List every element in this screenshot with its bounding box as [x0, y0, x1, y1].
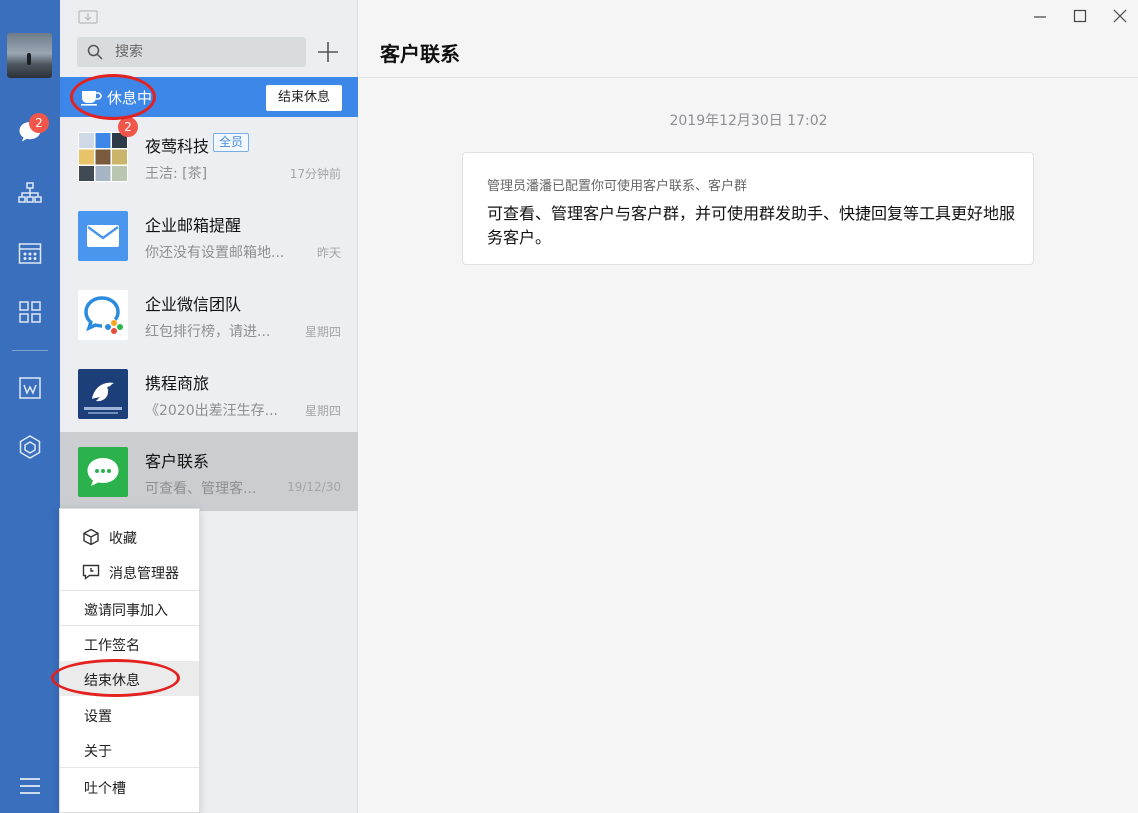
menu-item-favorites[interactable]: 收藏: [60, 519, 199, 554]
mail-avatar: [78, 211, 128, 261]
wecom-team-avatar: [78, 290, 128, 340]
conversation-item[interactable]: 携程商旅 《2020出差汪生存... 星期四: [60, 354, 358, 433]
close-icon[interactable]: [1110, 6, 1130, 26]
rest-status-label: 休息中: [107, 89, 153, 107]
menu-label: 设置: [84, 709, 112, 725]
dolphin-logo-icon: [84, 382, 122, 414]
rail-divider: [12, 350, 48, 351]
conversation-preview: 《2020出差汪生存...: [145, 403, 278, 419]
conversation-name: 携程商旅: [145, 374, 210, 393]
menu-label: 吐个槽: [84, 781, 126, 797]
search-box[interactable]: [77, 37, 306, 67]
user-avatar[interactable]: [7, 33, 52, 78]
wecom-logo-icon: [84, 296, 123, 334]
card-subtitle: 管理员潘潘已配置你可使用客户联系、客户群: [487, 179, 748, 194]
download-icon[interactable]: [78, 9, 98, 25]
group-avatar: [78, 132, 128, 182]
system-message-card: 管理员潘潘已配置你可使用客户联系、客户群 可查看、管理客户与客户群，并可使用群发…: [462, 152, 1034, 265]
header-divider: [359, 77, 1138, 78]
customer-contact-avatar: [78, 447, 128, 497]
conversation-preview: 王洁: [茶]: [145, 166, 208, 182]
hexagon-cube-icon: [19, 435, 41, 459]
nav-apps[interactable]: [15, 432, 45, 462]
conversation-time: 星期四: [304, 325, 341, 339]
menu-label: 关于: [84, 744, 112, 760]
nav-rail: 2: [0, 0, 60, 813]
menu-item-message-manager[interactable]: 消息管理器: [60, 554, 199, 589]
conversation-name: 企业邮箱提醒: [145, 216, 242, 235]
conversation-time: 昨天: [316, 246, 341, 260]
main-menu-popup: 收藏 消息管理器 邀请同事加入 工作签名 结束休息 设置 关于 吐个槽: [59, 508, 200, 813]
add-icon[interactable]: [316, 40, 340, 64]
menu-item-about[interactable]: 关于: [60, 732, 199, 767]
nav-menu[interactable]: [15, 771, 45, 801]
menu-label: 邀请同事加入: [84, 603, 168, 619]
nav-workbench[interactable]: [15, 297, 45, 327]
conversation-item[interactable]: 企业邮箱提醒 你还没有设置邮箱地... 昨天: [60, 196, 358, 275]
menu-label: 结束休息: [84, 673, 140, 689]
cube-icon: [83, 528, 99, 546]
conversation-preview: 可查看、管理客...: [145, 481, 257, 497]
hamburger-icon: [20, 778, 40, 794]
menu-item-signature[interactable]: 工作签名: [60, 626, 199, 661]
coffee-cup-icon: [81, 91, 102, 106]
menu-label: 工作签名: [84, 638, 140, 654]
search-icon: [87, 44, 103, 60]
chat-title: 客户联系: [380, 42, 460, 66]
menu-item-feedback[interactable]: 吐个槽: [60, 769, 199, 804]
org-chart-icon: [18, 182, 42, 203]
conversation-time: 星期四: [304, 404, 341, 418]
maximize-icon[interactable]: [1070, 6, 1090, 26]
menu-item-invite[interactable]: 邀请同事加入: [60, 591, 199, 626]
menu-label: 收藏: [109, 531, 137, 547]
menu-divider: [60, 767, 199, 768]
envelope-icon: [87, 225, 119, 247]
conversation-name: 客户联系: [145, 452, 210, 471]
unread-badge: 2: [118, 117, 138, 137]
unread-badge: 2: [29, 113, 49, 133]
conversation-time: 19/12/30: [287, 480, 341, 494]
end-rest-button[interactable]: 结束休息: [266, 85, 342, 111]
nav-contacts[interactable]: [15, 178, 45, 208]
grid-apps-icon: [19, 301, 41, 323]
conversation-preview: 红包排行榜，请进...: [145, 324, 271, 340]
rest-status-bar: 休息中 结束休息: [60, 77, 358, 117]
conversation-time: 17分钟前: [289, 167, 341, 181]
nav-calendar[interactable]: [15, 238, 45, 268]
menu-item-settings[interactable]: 设置: [60, 697, 199, 732]
chat-bubble-icon: [87, 458, 119, 486]
conversation-item[interactable]: 2 夜莺科技 全员 王洁: [茶] 17分钟前: [60, 117, 358, 196]
search-input[interactable]: [115, 37, 295, 67]
conversation-preview: 你还没有设置邮箱地...: [145, 245, 285, 261]
conversation-name: 夜莺科技: [145, 137, 210, 156]
menu-item-end-rest[interactable]: 结束休息: [60, 661, 199, 696]
message-date: 2019年12月30日 17:02: [669, 113, 828, 129]
chat-pane: 客户联系 2019年12月30日 17:02 管理员潘潘已配置你可使用客户联系、…: [359, 0, 1138, 813]
conversation-item[interactable]: 企业微信团队 红包排行榜，请进... 星期四: [60, 275, 358, 354]
menu-label: 消息管理器: [109, 566, 179, 582]
minimize-icon[interactable]: [1030, 6, 1050, 26]
calendar-icon: [18, 243, 42, 264]
conversation-name: 企业微信团队: [145, 295, 242, 314]
ctrip-avatar: [78, 369, 128, 419]
nav-docs[interactable]: [15, 373, 45, 403]
document-w-icon: [19, 377, 41, 399]
card-body: 可查看、管理客户与客户群，并可使用群发助手、快捷回复等工具更好地服务客户。: [487, 204, 1016, 247]
conversation-item-selected[interactable]: 客户联系 可查看、管理客... 19/12/30: [60, 432, 358, 511]
all-members-tag: 全员: [213, 133, 250, 152]
message-clock-icon: [82, 564, 100, 580]
